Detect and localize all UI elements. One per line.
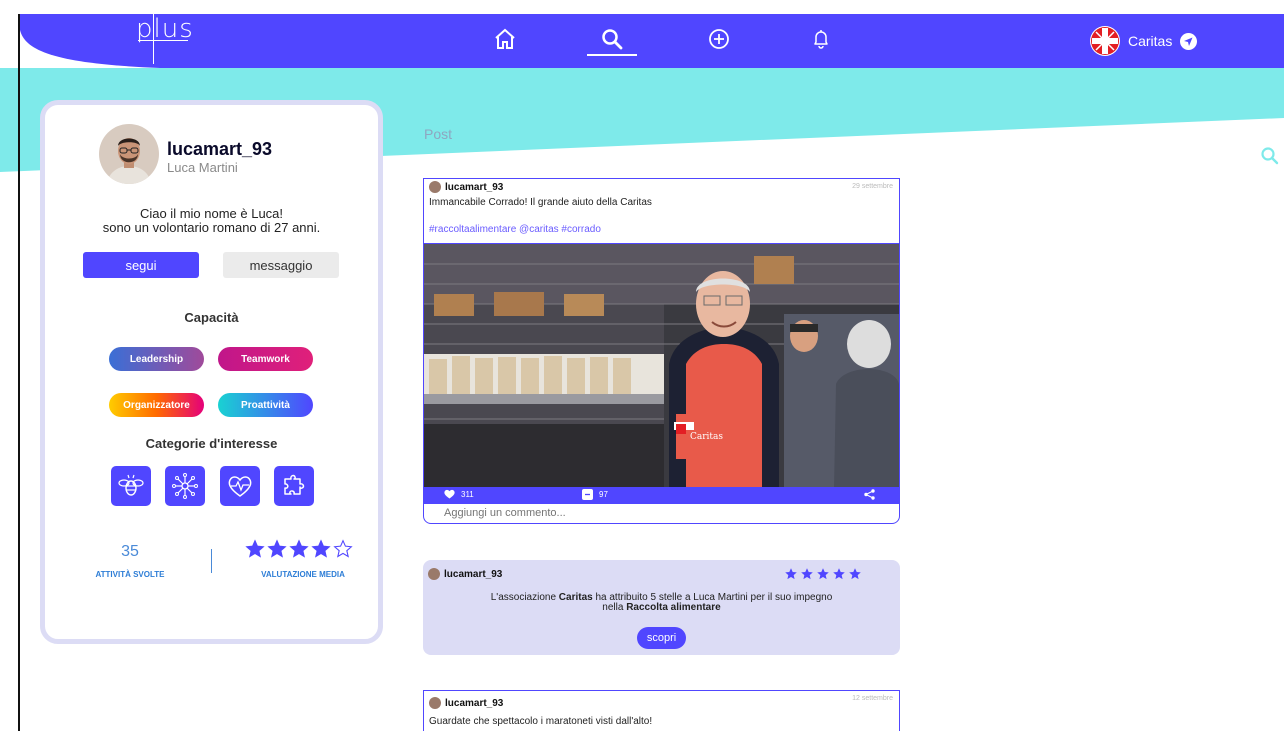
comment-input[interactable] bbox=[444, 507, 884, 519]
post-image[interactable]: Caritas bbox=[424, 243, 899, 487]
skill-badge-leadership[interactable]: Leadership bbox=[109, 347, 204, 371]
post-header: lucamart_93 bbox=[429, 181, 503, 193]
skill-badge-organizzatore[interactable]: Organizzatore bbox=[109, 393, 204, 417]
post-text: Immancabile Corrado! Il grande aiuto del… bbox=[429, 197, 652, 208]
nav-active-indicator bbox=[587, 54, 637, 56]
share-button[interactable] bbox=[864, 489, 875, 500]
interest-education[interactable] bbox=[274, 466, 314, 506]
heart-icon bbox=[444, 489, 455, 499]
star-filled-icon bbox=[833, 568, 845, 580]
logo-line-vertical bbox=[153, 14, 154, 64]
nav-home[interactable] bbox=[492, 26, 518, 52]
comment-count: 97 bbox=[599, 490, 608, 499]
post-hashtags[interactable]: #raccoltaalimentare @caritas #corrado bbox=[429, 224, 601, 235]
like-button[interactable]: 311 bbox=[444, 489, 474, 499]
skill-badge-teamwork[interactable]: Teamwork bbox=[218, 347, 313, 371]
post-avatar[interactable] bbox=[429, 697, 441, 709]
search-icon bbox=[1261, 147, 1279, 165]
profile-card: lucamart_93 Luca Martini Ciao il mio nom… bbox=[40, 100, 383, 644]
post-actions-bar: 311 97 bbox=[424, 487, 899, 504]
puzzle-icon bbox=[284, 474, 305, 495]
star-empty-icon bbox=[333, 539, 353, 558]
follow-button[interactable]: segui bbox=[83, 252, 199, 278]
post-username[interactable]: lucamart_93 bbox=[445, 182, 503, 193]
activities-count: 35 bbox=[121, 543, 139, 560]
star-filled-icon bbox=[849, 568, 861, 580]
post-date: 29 settembre bbox=[852, 183, 893, 190]
caritas-logo bbox=[1090, 26, 1120, 56]
badge-text-pre: L'associazione bbox=[490, 592, 559, 603]
app-logo[interactable]: plus bbox=[136, 14, 196, 64]
top-navbar: plus Caritas bbox=[0, 0, 1284, 68]
like-count: 311 bbox=[461, 489, 474, 499]
bee-icon bbox=[118, 474, 144, 496]
post-text: Guardate che spettacolo i maratoneti vis… bbox=[429, 716, 653, 727]
side-search-button[interactable] bbox=[1260, 146, 1280, 171]
profile-fullname: Luca Martini bbox=[167, 160, 238, 175]
search-icon bbox=[602, 29, 623, 50]
badge-rating-stars bbox=[785, 568, 861, 580]
rating-notification-card: lucamart_93 L'associazione Caritas ha at… bbox=[423, 560, 900, 655]
bell-icon bbox=[814, 30, 828, 49]
star-filled-icon bbox=[245, 539, 265, 558]
badge-message: L'associazione Caritas ha attribuito 5 s… bbox=[423, 593, 900, 613]
skills-title: Capacità bbox=[184, 310, 239, 325]
logo-line-horizontal bbox=[138, 40, 188, 41]
organization-account[interactable]: Caritas bbox=[1090, 26, 1198, 56]
rating-stars bbox=[245, 539, 353, 559]
star-filled-icon bbox=[289, 539, 309, 558]
star-filled-icon bbox=[267, 539, 287, 558]
badge-avatar[interactable] bbox=[428, 568, 440, 580]
share-icon bbox=[864, 489, 875, 500]
navigation-arrow-icon bbox=[1180, 32, 1198, 50]
post-photo: Caritas bbox=[424, 244, 899, 487]
badge-text-line2-pre: nella bbox=[602, 602, 627, 613]
post-card: lucamart_93 12 settembre Guardate che sp… bbox=[423, 690, 900, 731]
bio-line-1: Ciao il mio nome è Luca! bbox=[139, 206, 284, 221]
interest-environment[interactable] bbox=[111, 466, 151, 506]
profile-bio: Ciao il mio nome è Luca! sono un volonta… bbox=[45, 207, 378, 235]
star-filled-icon bbox=[817, 568, 829, 580]
rating-label: VALUTAZIONE MEDIA bbox=[261, 570, 345, 579]
stats-divider bbox=[211, 549, 212, 573]
comment-button[interactable]: 97 bbox=[582, 489, 608, 500]
badge-org[interactable]: Caritas bbox=[559, 592, 593, 603]
profile-username: lucamart_93 bbox=[167, 139, 273, 159]
star-filled-icon bbox=[801, 568, 813, 580]
interests-title: Categorie d'interesse bbox=[145, 436, 278, 451]
heart-pulse-icon bbox=[228, 476, 252, 497]
badge-header: lucamart_93 bbox=[428, 568, 502, 580]
interest-social[interactable] bbox=[165, 466, 205, 506]
avatar[interactable] bbox=[99, 124, 159, 184]
apron-text: Caritas bbox=[690, 432, 723, 442]
post-date: 12 settembre bbox=[852, 695, 893, 702]
nav-notifications[interactable] bbox=[808, 26, 834, 52]
activities-label: ATTIVITÀ SVOLTE bbox=[95, 570, 165, 579]
post-username[interactable]: lucamart_93 bbox=[445, 698, 503, 709]
post-header: lucamart_93 bbox=[429, 697, 503, 709]
plus-circle-icon bbox=[709, 29, 729, 49]
comment-icon bbox=[582, 489, 593, 500]
avatar-image bbox=[99, 124, 159, 184]
nav-search[interactable] bbox=[599, 26, 625, 52]
badge-username[interactable]: lucamart_93 bbox=[444, 569, 502, 580]
nav-add[interactable] bbox=[706, 26, 732, 52]
post-card: lucamart_93 29 settembre Immancabile Cor… bbox=[423, 178, 900, 524]
feed-title: Post bbox=[424, 126, 453, 142]
message-button[interactable]: messaggio bbox=[223, 252, 339, 278]
star-filled-icon bbox=[311, 539, 331, 558]
star-filled-icon bbox=[785, 568, 797, 580]
discover-button[interactable]: scopri bbox=[637, 627, 686, 649]
skill-badge-proattivita[interactable]: Proattività bbox=[218, 393, 313, 417]
network-icon bbox=[172, 473, 198, 499]
interest-health[interactable] bbox=[220, 466, 260, 506]
home-icon bbox=[495, 28, 515, 49]
badge-event[interactable]: Raccolta alimentare bbox=[626, 602, 721, 613]
bio-line-2: sono un volontario romano di 27 anni. bbox=[102, 220, 321, 235]
organization-name: Caritas bbox=[1128, 33, 1173, 49]
post-avatar[interactable] bbox=[429, 181, 441, 193]
